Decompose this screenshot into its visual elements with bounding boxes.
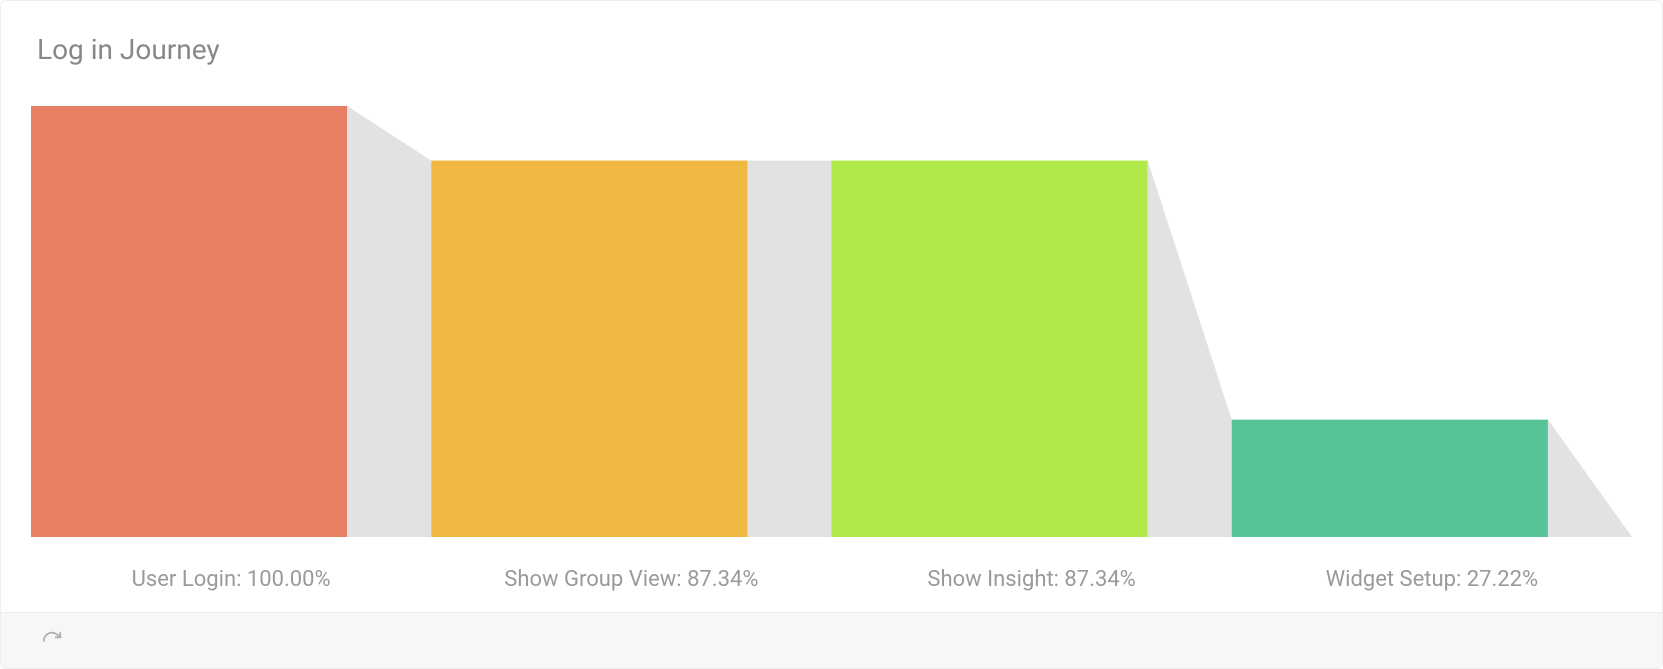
funnel-stage-label-0: User Login: 100.00% xyxy=(31,567,431,592)
funnel-stage-label-3: Widget Setup: 27.22% xyxy=(1232,567,1632,592)
funnel-stage-label-1: Show Group View: 87.34% xyxy=(431,567,831,592)
funnel-labels-row: User Login: 100.00%Show Group View: 87.3… xyxy=(31,567,1632,592)
chart-title: Log in Journey xyxy=(1,1,1662,66)
funnel-bar-3[interactable] xyxy=(1232,420,1548,537)
refresh-icon[interactable] xyxy=(41,630,63,652)
funnel-stage-label-2: Show Insight: 87.34% xyxy=(832,567,1232,592)
chart-card: Log in Journey User Login: 100.00%Show G… xyxy=(0,0,1663,669)
funnel-bar-0[interactable] xyxy=(31,106,347,537)
funnel-bar-2[interactable] xyxy=(832,161,1148,537)
funnel-bar-1[interactable] xyxy=(431,161,747,537)
funnel-chart xyxy=(31,106,1632,537)
card-footer xyxy=(1,612,1662,668)
